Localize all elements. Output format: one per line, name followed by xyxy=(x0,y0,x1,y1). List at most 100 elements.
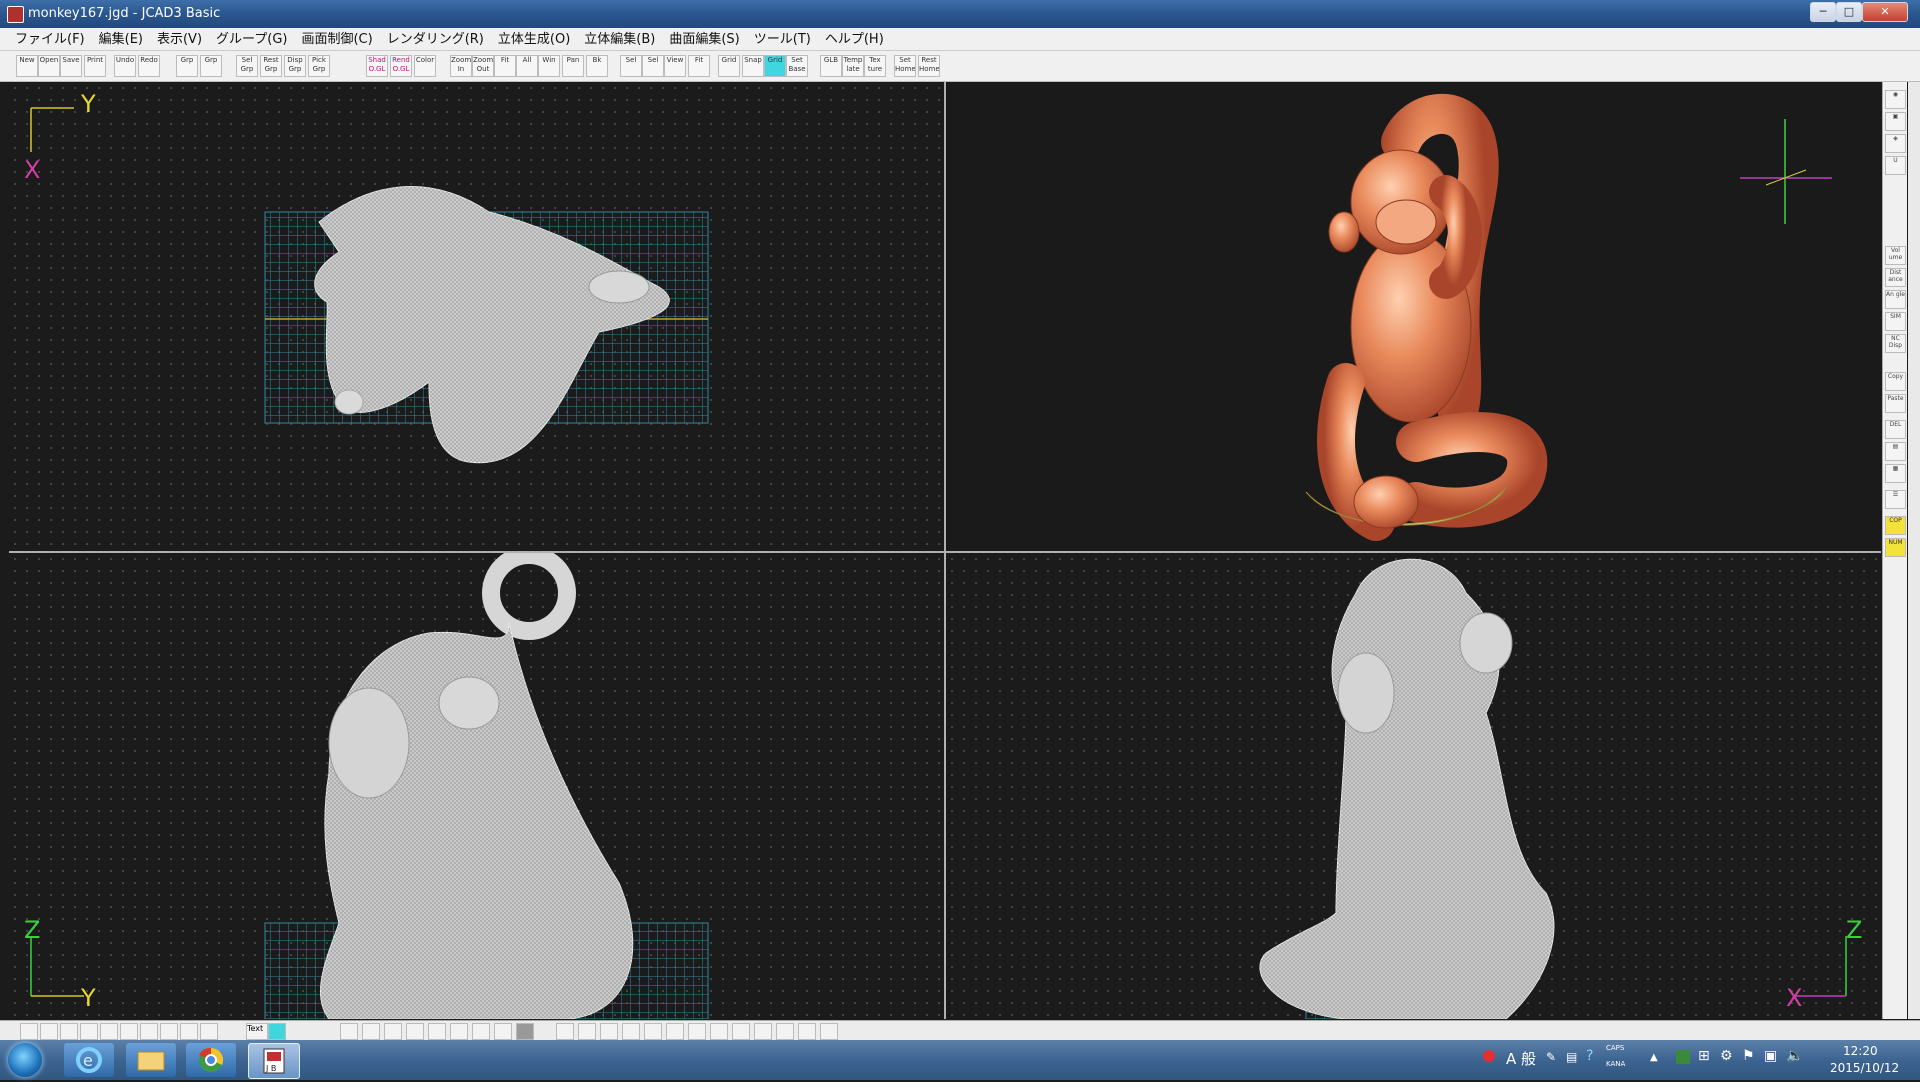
ime-tool-icon-2[interactable]: ▤ xyxy=(1566,1050,1577,1064)
bottom-tool-4[interactable] xyxy=(80,1023,98,1040)
bottom-tool-30[interactable] xyxy=(776,1023,794,1040)
bottom-tool-1[interactable] xyxy=(20,1023,38,1040)
action-center-flag-icon[interactable]: ⚑ xyxy=(1742,1048,1755,1064)
select-zoom-button-2[interactable]: Sel xyxy=(642,55,664,77)
active-mode-button[interactable] xyxy=(268,1023,286,1040)
render-opengl-button[interactable]: Rend O.GL xyxy=(390,55,412,77)
redo-button[interactable]: Redo xyxy=(138,55,160,77)
reset-home-button[interactable]: Rest Home xyxy=(918,55,940,77)
pan-button[interactable]: Pan xyxy=(562,55,584,77)
notification-icon[interactable] xyxy=(1483,1050,1495,1062)
print-button[interactable]: Print xyxy=(84,55,106,77)
zoom-fit-button[interactable]: Fit xyxy=(494,55,516,77)
copy-button[interactable]: Copy xyxy=(1885,372,1906,391)
close-button[interactable]: ✕ xyxy=(1862,2,1908,22)
bottom-tool-9[interactable] xyxy=(180,1023,198,1040)
right-scrollbar[interactable] xyxy=(1908,82,1920,1019)
zoom-window-button[interactable]: Win xyxy=(538,55,560,77)
viewport-perspective[interactable] xyxy=(946,82,1881,551)
ime-tool-icon-1[interactable]: ✎ xyxy=(1546,1050,1556,1064)
new-file-button[interactable]: New xyxy=(16,55,38,77)
bottom-tool-2[interactable] xyxy=(40,1023,58,1040)
bottom-tool-29[interactable] xyxy=(754,1023,772,1040)
bottom-tool-19[interactable] xyxy=(516,1023,534,1040)
taskbar-chrome-icon[interactable] xyxy=(186,1043,236,1077)
set-base-button[interactable]: Set Base xyxy=(786,55,808,77)
bottom-tool-32[interactable] xyxy=(820,1023,838,1040)
sim-button[interactable]: SIM xyxy=(1885,312,1906,331)
tool-icon-b[interactable]: ▦ xyxy=(1885,464,1906,483)
volume-icon[interactable]: 🔈 xyxy=(1786,1048,1803,1064)
color-button[interactable]: Color xyxy=(414,55,436,77)
clock-time[interactable]: 12:20 xyxy=(1843,1044,1878,1058)
app-icon[interactable] xyxy=(7,6,24,23)
bottom-tool-21[interactable] xyxy=(578,1023,596,1040)
menu-solid-edit[interactable]: 立体編集(B) xyxy=(577,29,662,51)
ime-indicator[interactable]: A 般 xyxy=(1506,1048,1536,1069)
save-file-button[interactable]: Save xyxy=(60,55,82,77)
grid-active-button[interactable]: Grid xyxy=(764,55,786,77)
help-icon[interactable]: ? xyxy=(1586,1048,1593,1064)
bottom-tool-15[interactable] xyxy=(428,1023,446,1040)
bottom-tool-10[interactable] xyxy=(200,1023,218,1040)
network-status-icon[interactable]: ⚙ xyxy=(1720,1048,1733,1064)
angle-button[interactable]: An gle xyxy=(1885,290,1906,309)
start-button[interactable] xyxy=(8,1043,42,1077)
bottom-tool-31[interactable] xyxy=(798,1023,816,1040)
bottom-tool-3[interactable] xyxy=(60,1023,78,1040)
bottom-tool-20[interactable] xyxy=(556,1023,574,1040)
bottom-tool-8[interactable] xyxy=(160,1023,178,1040)
delete-button[interactable]: DEL xyxy=(1885,420,1906,439)
viewport-side[interactable]: Z X xyxy=(946,553,1881,1019)
taskbar-jcad3-icon[interactable]: J B xyxy=(248,1043,300,1079)
network-icon[interactable]: ▣ xyxy=(1764,1048,1777,1064)
nc-disp-button[interactable]: NC Disp xyxy=(1885,334,1906,353)
grid-toggle-button[interactable]: Grid xyxy=(718,55,740,77)
menu-rendering[interactable]: レンダリング(R) xyxy=(380,29,491,51)
open-file-button[interactable]: Open xyxy=(38,55,60,77)
viewport-front[interactable]: Z Y xyxy=(9,553,944,1019)
bottom-tool-14[interactable] xyxy=(406,1023,424,1040)
bottom-tool-18[interactable] xyxy=(494,1023,512,1040)
num-button[interactable]: NUM xyxy=(1885,538,1906,557)
group-button-1[interactable]: Grp xyxy=(176,55,198,77)
template-button[interactable]: Temp late xyxy=(842,55,864,77)
menu-screen-control[interactable]: 画面制御(C) xyxy=(294,29,379,51)
bottom-tool-16[interactable] xyxy=(450,1023,468,1040)
zoom-out-button[interactable]: Zoom Out xyxy=(472,55,494,77)
tray-app-icon-1[interactable] xyxy=(1676,1050,1690,1064)
bottom-tool-23[interactable] xyxy=(622,1023,640,1040)
minimize-button[interactable]: ─ xyxy=(1810,2,1836,22)
tool-icon-a[interactable]: ▤ xyxy=(1885,442,1906,461)
bottom-tool-6[interactable] xyxy=(120,1023,138,1040)
menu-group[interactable]: グループ(G) xyxy=(209,29,294,51)
view-select-button[interactable]: View xyxy=(664,55,686,77)
pick-group-button[interactable]: Pick Grp xyxy=(308,55,330,77)
text-mode-button[interactable]: Text xyxy=(246,1023,268,1040)
undo-button[interactable]: Undo xyxy=(114,55,136,77)
unit-tool-icon[interactable]: U xyxy=(1885,156,1906,175)
bottom-tool-28[interactable] xyxy=(732,1023,750,1040)
zoom-all-button[interactable]: All xyxy=(516,55,538,77)
distance-button[interactable]: Dist ance xyxy=(1885,268,1906,287)
taskbar-explorer-folder-icon[interactable] xyxy=(126,1043,176,1077)
menu-edit[interactable]: 編集(E) xyxy=(92,29,150,51)
menu-file[interactable]: ファイル(F) xyxy=(8,29,92,51)
reset-group-button[interactable]: Rest Grp xyxy=(260,55,282,77)
viewport-top[interactable]: Y X xyxy=(9,82,944,551)
menu-solid-create[interactable]: 立体生成(O) xyxy=(491,29,577,51)
group-button-2[interactable]: Grp xyxy=(200,55,222,77)
bottom-tool-26[interactable] xyxy=(688,1023,706,1040)
menu-tools[interactable]: ツール(T) xyxy=(747,29,818,51)
viewport-divider-horizontal[interactable] xyxy=(9,551,1881,553)
select-group-button[interactable]: Sel Grp xyxy=(236,55,258,77)
view-fit-button[interactable]: Fit xyxy=(688,55,710,77)
clock-date[interactable]: 2015/10/12 xyxy=(1830,1061,1899,1075)
bottom-tool-27[interactable] xyxy=(710,1023,728,1040)
back-view-button[interactable]: Bk xyxy=(586,55,608,77)
volume-button[interactable]: Vol ume xyxy=(1885,246,1906,265)
render-tool-icon[interactable]: ◉ xyxy=(1885,90,1906,109)
bottom-tool-17[interactable] xyxy=(472,1023,490,1040)
menu-view[interactable]: 表示(V) xyxy=(150,29,209,51)
bottom-tool-11[interactable] xyxy=(340,1023,358,1040)
